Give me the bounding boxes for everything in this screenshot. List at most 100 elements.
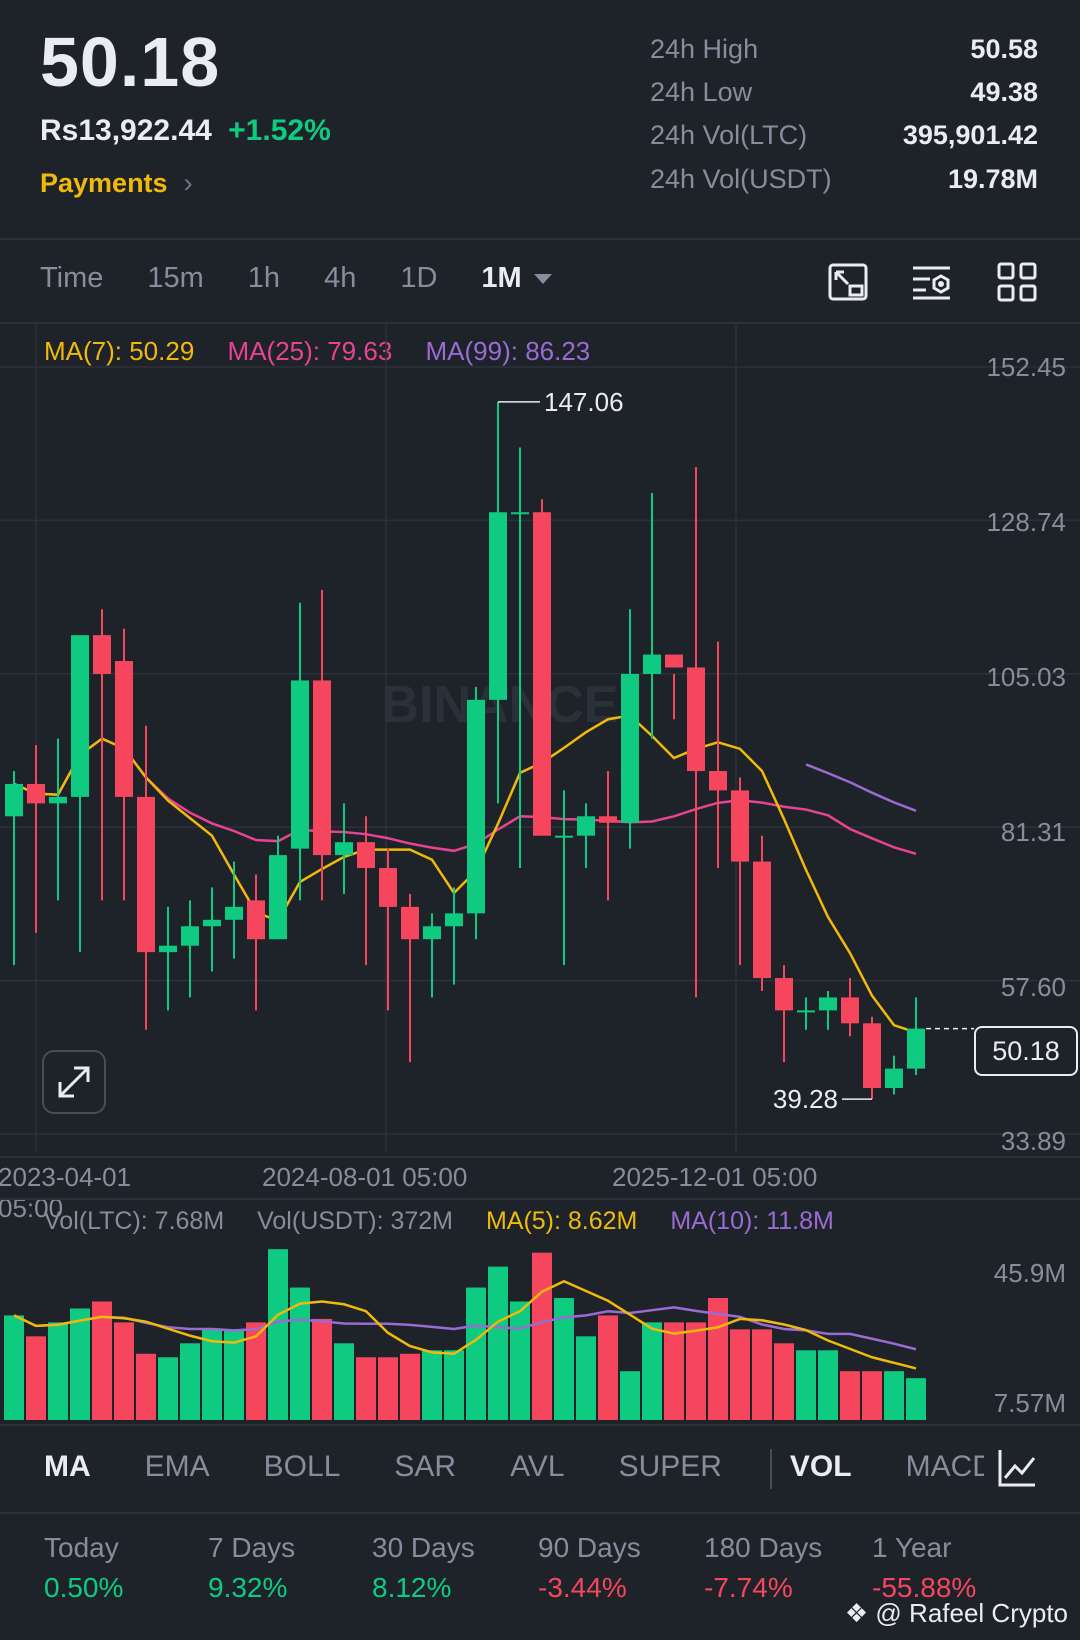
volume-bar xyxy=(70,1308,90,1420)
timeframe-bar: Time 15m 1h 4h 1D 1M xyxy=(40,262,640,295)
candle xyxy=(907,997,925,1076)
candle xyxy=(819,990,837,1030)
divider xyxy=(0,238,1080,240)
candle xyxy=(313,589,331,901)
tab-4h[interactable]: 4h xyxy=(324,262,356,295)
tab-vol[interactable]: VOL xyxy=(790,1450,852,1484)
volume-bar xyxy=(202,1329,222,1420)
volume-chart[interactable] xyxy=(0,1240,1080,1422)
volume-bar xyxy=(356,1357,376,1420)
fullscreen-button[interactable] xyxy=(42,1050,106,1114)
candle-body xyxy=(489,512,507,700)
candle xyxy=(533,499,551,836)
tab-time[interactable]: Time xyxy=(40,262,103,295)
candle-body xyxy=(621,673,639,823)
candle-body xyxy=(907,1028,925,1069)
volume-legend: Vol(LTC): 7.68M Vol(USDT): 372M MA(5): 8… xyxy=(44,1207,860,1236)
fiat-price-row: Rs13,922.44 +1.52% xyxy=(40,114,331,148)
chart-switch-icon[interactable] xyxy=(826,260,870,304)
vol-ma10-line xyxy=(13,1306,917,1351)
category-tag[interactable]: Payments › xyxy=(40,168,193,199)
candle-body xyxy=(269,855,287,940)
caret-down-icon xyxy=(533,274,552,285)
candle xyxy=(555,790,573,966)
y-tick: 57.60 xyxy=(1000,972,1066,1002)
volume-bar xyxy=(686,1322,706,1420)
candle xyxy=(401,893,419,1063)
volume-bar xyxy=(444,1350,464,1420)
volume-bar xyxy=(400,1353,420,1420)
tab-avl[interactable]: AVL xyxy=(510,1450,564,1484)
indicator-divider xyxy=(770,1449,772,1489)
tab-sar[interactable]: SAR xyxy=(394,1450,456,1484)
volume-bar xyxy=(796,1350,816,1420)
candle-body xyxy=(379,868,397,907)
candle-body xyxy=(687,667,705,772)
expand-icon xyxy=(58,1066,90,1098)
tab-boll[interactable]: BOLL xyxy=(264,1450,341,1484)
volume-bar xyxy=(576,1336,596,1420)
performance-label: Today xyxy=(44,1532,119,1563)
candle xyxy=(71,635,89,953)
tab-1m-label: 1M xyxy=(481,262,522,294)
tab-super[interactable]: SUPER xyxy=(619,1450,722,1484)
volume-bar xyxy=(598,1315,618,1420)
candle xyxy=(27,745,45,933)
volume-bar xyxy=(158,1357,178,1420)
low-price-label: 39.28 xyxy=(773,1084,838,1114)
volume-bar xyxy=(48,1322,68,1420)
performance-label: 1 Year xyxy=(872,1532,952,1563)
tab-15m[interactable]: 15m xyxy=(147,262,203,295)
binance-logo-icon: ❖ xyxy=(844,1598,869,1628)
candle xyxy=(5,771,23,966)
performance-value: -3.44% xyxy=(538,1572,627,1603)
candle xyxy=(93,609,111,901)
tab-ma[interactable]: MA xyxy=(44,1450,91,1484)
tab-1m[interactable]: 1M xyxy=(481,262,595,295)
category-tag-label: Payments xyxy=(40,168,168,198)
tab-macd[interactable]: MACD xyxy=(906,1450,984,1484)
candle xyxy=(423,913,441,998)
candle-body xyxy=(137,796,155,953)
last-price-tag: 50.18 xyxy=(974,1026,1078,1076)
price-chart[interactable]: BINANCE 147.0639.28 xyxy=(0,322,1080,1152)
volume-bar xyxy=(26,1336,46,1420)
candle xyxy=(511,447,529,869)
volume-bar xyxy=(774,1343,794,1420)
candle-body xyxy=(5,783,23,817)
y-tick: 152.45 xyxy=(986,352,1066,382)
candles xyxy=(5,401,925,1100)
candle xyxy=(225,861,243,959)
layout-grid-icon[interactable] xyxy=(995,260,1039,304)
candle-body xyxy=(27,783,45,804)
indicator-tabs: MA EMA BOLL SAR AVL SUPER VOL MACD xyxy=(44,1450,984,1484)
candle-body xyxy=(445,913,463,927)
indicator-settings-icon[interactable] xyxy=(910,260,954,304)
candle-body xyxy=(313,680,331,856)
stat-label-vol-usdt: 24h Vol(USDT) xyxy=(650,164,832,194)
y-tick: 128.74 xyxy=(986,507,1066,537)
performance-value: 0.50% xyxy=(44,1572,124,1603)
volume-bar xyxy=(312,1318,332,1420)
performance-label: 30 Days xyxy=(372,1532,475,1563)
chart-settings-icon[interactable] xyxy=(995,1446,1039,1490)
volume-bar xyxy=(818,1350,838,1420)
candle-body xyxy=(225,906,243,920)
stat-value-vol-ltc: 395,901.42 xyxy=(902,120,1038,150)
volume-bar xyxy=(840,1371,860,1420)
candle-body xyxy=(115,661,133,797)
candle xyxy=(137,725,155,1030)
candle-body xyxy=(731,790,749,862)
tab-1h[interactable]: 1h xyxy=(248,262,280,295)
candle-body xyxy=(841,997,859,1024)
tab-ema[interactable]: EMA xyxy=(145,1450,210,1484)
candle-body xyxy=(181,926,199,946)
volume-bar xyxy=(114,1322,134,1420)
vol-ma5-label: MA(5): 8.62M xyxy=(485,1207,638,1235)
stat-value-vol-usdt: 19.78M xyxy=(947,164,1038,194)
tab-1d[interactable]: 1D xyxy=(400,262,437,295)
credit: ❖ @ Rafeel Crypto xyxy=(845,1598,1068,1629)
candle-body xyxy=(599,816,617,823)
candle xyxy=(269,835,287,940)
stat-label-vol-ltc: 24h Vol(LTC) xyxy=(650,120,808,150)
